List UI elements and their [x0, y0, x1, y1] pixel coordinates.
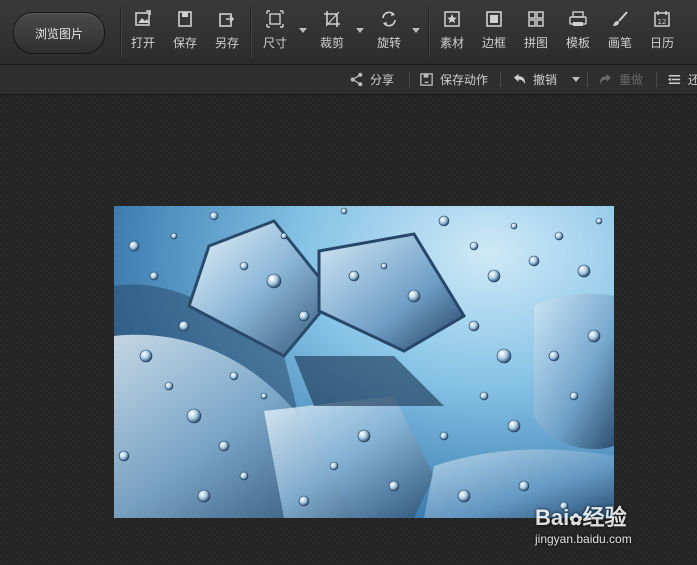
size-label: 尺寸: [262, 36, 287, 50]
toolbar-separator: [120, 6, 122, 58]
share-button[interactable]: 分享: [349, 65, 394, 94]
collage-label: 拼图: [523, 36, 548, 50]
ice-cubes-image: [114, 207, 614, 518]
resize-icon: [266, 10, 284, 28]
share-icon: [350, 72, 363, 87]
browse-images-button[interactable]: 浏览图片: [13, 12, 105, 54]
material-label: 素材: [439, 36, 464, 50]
toolbar-separator: [428, 6, 430, 58]
rotate-icon: [380, 10, 398, 28]
calendar-icon-text: 12: [658, 18, 667, 26]
action-separator: [587, 72, 588, 87]
redo-label: 重做: [619, 73, 644, 87]
save-as-label: 另存: [214, 36, 239, 50]
save-icon: [176, 10, 194, 28]
crop-dropdown-caret[interactable]: [356, 28, 364, 33]
baidu-watermark: Bai✿经验 jingyan.baidu.com: [535, 500, 685, 560]
open-button[interactable]: 打开: [130, 10, 156, 56]
undo-dropdown-caret[interactable]: [572, 77, 580, 82]
main-toolbar: 浏览图片 打开 保存 另存 尺寸 裁剪 旋转 素材 边框 拼图 模板 画笔 12…: [0, 0, 697, 65]
material-button[interactable]: 素材: [439, 10, 465, 56]
watermark-logo-suffix: 经验: [582, 505, 627, 530]
toolbar-separator: [250, 6, 252, 58]
template-icon: [569, 10, 587, 28]
redo-button[interactable]: 重做: [598, 65, 643, 94]
redo-arrow-icon: [599, 73, 612, 85]
border-button[interactable]: 边框: [481, 10, 507, 56]
brush-icon: [611, 10, 629, 28]
save-as-icon: [218, 10, 236, 28]
calendar-label: 日历: [649, 36, 674, 50]
open-image-icon: [134, 10, 152, 28]
action-separator: [656, 72, 657, 87]
rotate-label: 旋转: [376, 36, 401, 50]
action-separator: [409, 72, 410, 87]
star-material-icon: [443, 10, 461, 28]
grid-collage-icon: [527, 10, 545, 28]
save-as-button[interactable]: 另存: [214, 10, 240, 56]
template-label: 模板: [565, 36, 590, 50]
ice-cubes-photo[interactable]: [114, 206, 614, 518]
frame-icon: [485, 10, 503, 28]
paw-icon: ✿: [569, 512, 583, 529]
undo-arrow-icon: [513, 73, 526, 85]
brush-button[interactable]: 画笔: [607, 10, 633, 56]
size-button[interactable]: 尺寸: [262, 10, 288, 56]
watermark-site: jingyan.baidu.com: [535, 532, 632, 546]
undo-button[interactable]: 撤销: [512, 65, 557, 94]
share-label: 分享: [370, 73, 395, 87]
calendar-icon: 12: [653, 10, 671, 28]
save-label: 保存: [172, 36, 197, 50]
action-bar: 分享 保存动作 撤销 重做 还: [0, 65, 697, 95]
save-action-label: 保存动作: [440, 73, 489, 87]
calendar-button[interactable]: 12 日历: [649, 10, 675, 56]
border-label: 边框: [481, 36, 506, 50]
save-action-icon: [420, 73, 433, 86]
more-button[interactable]: 还: [667, 65, 697, 94]
save-action-button[interactable]: 保存动作: [419, 65, 488, 94]
more-label: 还: [688, 73, 697, 87]
crop-button[interactable]: 裁剪: [319, 10, 345, 56]
watermark-logo: Bai: [535, 505, 570, 530]
template-button[interactable]: 模板: [565, 10, 591, 56]
rotate-button[interactable]: 旋转: [376, 10, 402, 56]
size-dropdown-caret[interactable]: [299, 28, 307, 33]
action-separator: [500, 72, 501, 87]
restore-icon: [667, 75, 681, 84]
crop-icon: [323, 10, 341, 28]
save-button[interactable]: 保存: [172, 10, 198, 56]
open-label: 打开: [130, 36, 155, 50]
undo-label: 撤销: [533, 73, 558, 87]
crop-label: 裁剪: [319, 36, 344, 50]
collage-button[interactable]: 拼图: [523, 10, 549, 56]
rotate-dropdown-caret[interactable]: [412, 28, 420, 33]
brush-label: 画笔: [607, 36, 632, 50]
